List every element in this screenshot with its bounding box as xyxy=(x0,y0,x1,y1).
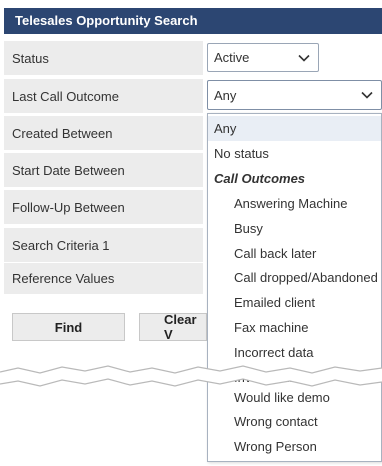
chevron-down-icon xyxy=(298,54,310,62)
last-call-outcome-select-value: Any xyxy=(214,87,237,103)
option-wrong-person[interactable]: Wrong Person xyxy=(208,434,381,459)
optgroup-call-outcomes: Call Outcomes xyxy=(214,171,306,186)
option-wrong-contact[interactable]: Wrong contact xyxy=(208,409,381,434)
status-label: Status xyxy=(4,41,203,75)
last-call-outcome-dropdown[interactable]: Any No status Call Outcomes Answering Ma… xyxy=(207,113,382,462)
follow-up-between-label: Follow-Up Between xyxy=(4,190,203,224)
option-no-status[interactable]: No status xyxy=(208,141,381,166)
created-between-label: Created Between xyxy=(4,116,203,150)
reference-values-label: Reference Values xyxy=(4,263,203,294)
panel-title: Telesales Opportunity Search xyxy=(4,8,382,34)
option-emailed-client[interactable]: Emailed client xyxy=(208,290,381,315)
find-button[interactable]: Find xyxy=(12,313,125,341)
last-call-outcome-select[interactable]: Any xyxy=(207,80,382,110)
start-date-between-label: Start Date Between xyxy=(4,153,203,187)
torn-edge-divider xyxy=(0,365,382,387)
option-call-dropped-abandoned[interactable]: Call dropped/Abandoned xyxy=(208,265,381,290)
clear-values-button[interactable]: Clear V xyxy=(139,313,207,341)
option-call-back-later[interactable]: Call back later xyxy=(208,241,381,266)
last-call-outcome-label: Last Call Outcome xyxy=(4,79,203,113)
option-answering-machine[interactable]: Answering Machine xyxy=(208,191,381,216)
status-select-value: Active xyxy=(214,50,250,65)
search-criteria-1-label: Search Criteria 1 xyxy=(4,228,203,262)
option-fax-machine[interactable]: Fax machine xyxy=(208,315,381,340)
option-busy[interactable]: Busy xyxy=(208,216,381,241)
status-select[interactable]: Active xyxy=(207,43,319,72)
option-any[interactable]: Any xyxy=(208,116,381,141)
chevron-down-icon xyxy=(361,91,373,99)
